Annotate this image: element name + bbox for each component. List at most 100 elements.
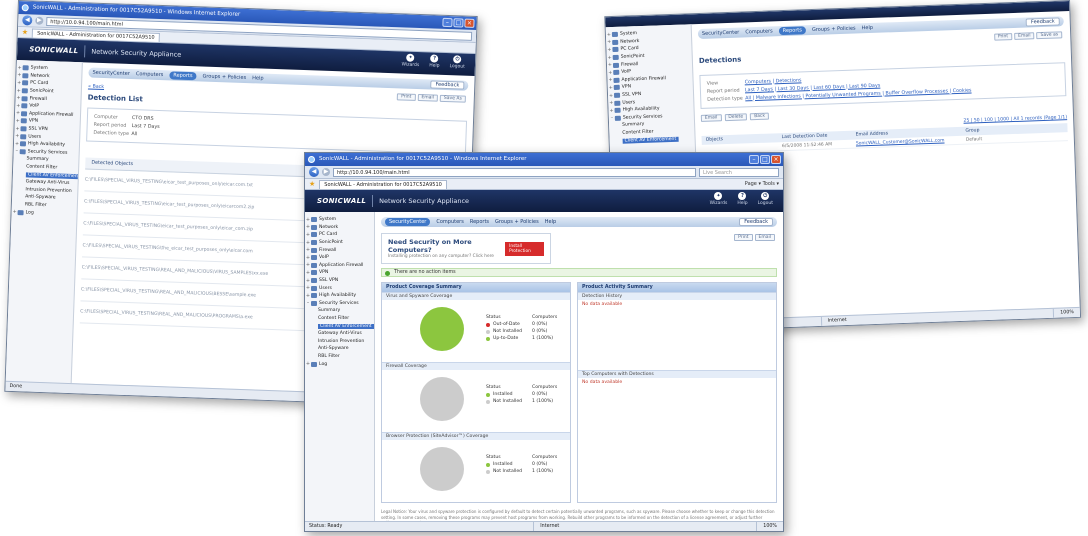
page-tools-menu[interactable]: Page ▾ Tools ▾ [745,181,779,187]
sidebar-item-network[interactable]: + Network [305,224,374,232]
print-button[interactable]: Print [734,234,753,241]
menu-help[interactable]: Help [545,219,556,225]
network-icon [22,73,29,79]
install-protection-button[interactable]: Install Protection [505,241,544,256]
email-button[interactable]: Email [417,94,439,102]
maximize-icon[interactable]: □ [760,155,770,164]
coverage-panel: Product Coverage Summary Virus and Spywa… [381,282,571,503]
sidebar-sub-client-av[interactable]: Client AV Enforcement [610,135,695,146]
close-icon[interactable]: × [771,155,781,164]
sidebar-sub-rbl[interactable]: RBL Filter [305,353,374,361]
sidebar-item-pc-card[interactable]: + PC Card [305,231,374,239]
sidebar-sub-gateway-av[interactable]: Gateway Anti-Virus [305,330,374,338]
print-button[interactable]: Print [993,33,1013,41]
wizards-button[interactable]: ✦ Wizards [710,192,727,206]
menu-groups-policies[interactable]: Groups + Policies [495,219,539,225]
sidebar-item-application-firewall[interactable]: + Application Firewall [305,262,374,270]
email-button[interactable]: Email [754,234,775,241]
firewall-icon [311,247,317,253]
no-action-items-bar: There are no action items [381,268,777,277]
menu-reports[interactable]: Reports [778,26,807,36]
sidebar-item-high-availability[interactable]: + High Availability [305,292,374,300]
print-button[interactable]: Print [396,93,416,101]
forward-arrow-icon[interactable]: ▶ [35,16,44,25]
virus-coverage-header: Virus and Spyware Coverage [382,292,570,300]
menu-securitycenter[interactable]: SecurityCenter [702,30,740,37]
help-button[interactable]: ? Help [737,192,748,206]
green-status-dot [486,392,490,397]
browser-coverage-section: Status Computers Installed 0 (0%) Not Inst… [382,440,570,502]
sidebar-sub-content-filter[interactable]: Content Filter [305,315,374,323]
favorites-star-icon[interactable]: ★ [22,28,29,36]
favorites-star-icon[interactable]: ★ [309,180,315,188]
feedback-button[interactable]: Feedback [430,80,465,90]
feedback-button[interactable]: Feedback [1025,17,1060,27]
ie-icon [308,156,315,163]
center-url-field[interactable]: http://10.0.94.100/main.html [333,167,696,177]
system-icon [611,32,619,38]
sidebar-item-log[interactable]: + Log [11,208,76,218]
menu-help[interactable]: Help [252,75,264,81]
security-center-window: SonicWALL - Administration for 0017C52A9… [304,152,784,532]
sidebar-item-ssl-vpn[interactable]: + SSL VPN [305,277,374,285]
sidebar-item-users[interactable]: + Users [305,284,374,292]
minimize-icon[interactable]: – [442,17,453,28]
menu-securitycenter[interactable]: SecurityCenter [385,218,431,226]
menu-help[interactable]: Help [861,25,873,31]
sidebar-sub-intrusion[interactable]: Intrusion Prevention [305,338,374,346]
sidebar-item-firewall[interactable]: + Firewall [305,246,374,254]
help-button[interactable]: ? Help [429,54,440,69]
menu-computers[interactable]: Computers [745,28,773,35]
forward-arrow-icon[interactable]: ▶ [322,168,330,176]
save-as-button[interactable]: Save As [439,94,466,103]
shield-icon [311,300,317,306]
logout-icon: ⏻ [761,192,770,200]
product-title: Network Security Appliance [379,197,470,205]
wizards-button[interactable]: ✦ Wizards [401,53,419,68]
menu-reports[interactable]: Reports [470,219,489,225]
zoom-level[interactable]: 100% [756,522,783,531]
sidebar-item-voip[interactable]: + VoIP [305,254,374,262]
sidebar-item-sonicpoint[interactable]: + SonicPoint [305,239,374,247]
minimize-icon[interactable]: – [749,155,759,164]
sidebar-item-system[interactable]: + System [305,216,374,224]
firewall-coverage-section: Status Computers Installed 0 (0%) Not Inst… [382,370,570,432]
menu-groups-policies[interactable]: Groups + Policies [812,26,856,34]
legal-notice: Legal Notice: Your virus and spyware pro… [381,509,775,521]
center-browser-tab[interactable]: SonicWALL - Administration for 0017C52A9… [319,179,447,189]
center-status-bar: Status: Ready Internet 100% [305,521,783,531]
back-arrow-icon[interactable]: ◀ [309,167,319,177]
sidebar-item-security-services[interactable]: – Security Services [305,300,374,308]
zoom-level[interactable]: 100% [1053,307,1081,318]
alert-subtitle[interactable]: Installing protection on any computer? C… [388,254,499,259]
search-input[interactable]: Live Search [699,167,779,177]
sidebar-sub-anti-spyware[interactable]: Anti-Spyware [305,345,374,353]
back-button[interactable]: Back [750,112,770,121]
center-sidebar: + System + Network + PC Card + SonicPoint + F… [305,212,375,521]
logout-button[interactable]: ⏻ Logout [449,55,465,70]
menu-securitycenter[interactable]: SecurityCenter [92,70,130,77]
feedback-button[interactable]: Feedback [739,218,773,226]
menu-reports[interactable]: Reports [169,71,197,81]
back-arrow-icon[interactable]: ◀ [22,15,33,26]
sidebar-sub-summary[interactable]: Summary [305,307,374,315]
sidebar-sub-client-av[interactable]: Client AV Enforcement [305,322,374,330]
menu-groups-policies[interactable]: Groups + Policies [202,73,246,81]
log-icon [17,209,24,215]
email-button[interactable]: Email [1014,32,1035,40]
wizard-icon: ✦ [714,192,723,200]
email-action-button[interactable]: Email [700,114,722,122]
close-icon[interactable]: × [464,18,475,28]
sidebar-item-vpn[interactable]: + VPN [305,269,374,277]
menu-computers[interactable]: Computers [136,71,164,78]
system-icon [22,65,29,71]
sidebar-item-log[interactable]: + Log [305,360,374,368]
save-as-button[interactable]: Save as [1036,31,1063,40]
system-icon [311,217,317,223]
detections-filter-box: View Computers | Detections Report period… [699,62,1067,109]
menu-computers[interactable]: Computers [436,219,463,225]
maximize-icon[interactable]: □ [453,18,464,28]
delete-button[interactable]: Delete [724,113,748,122]
activity-panel: Product Activity Summary Detection Histo… [577,282,777,503]
logout-button[interactable]: ⏻ Logout [758,192,773,206]
